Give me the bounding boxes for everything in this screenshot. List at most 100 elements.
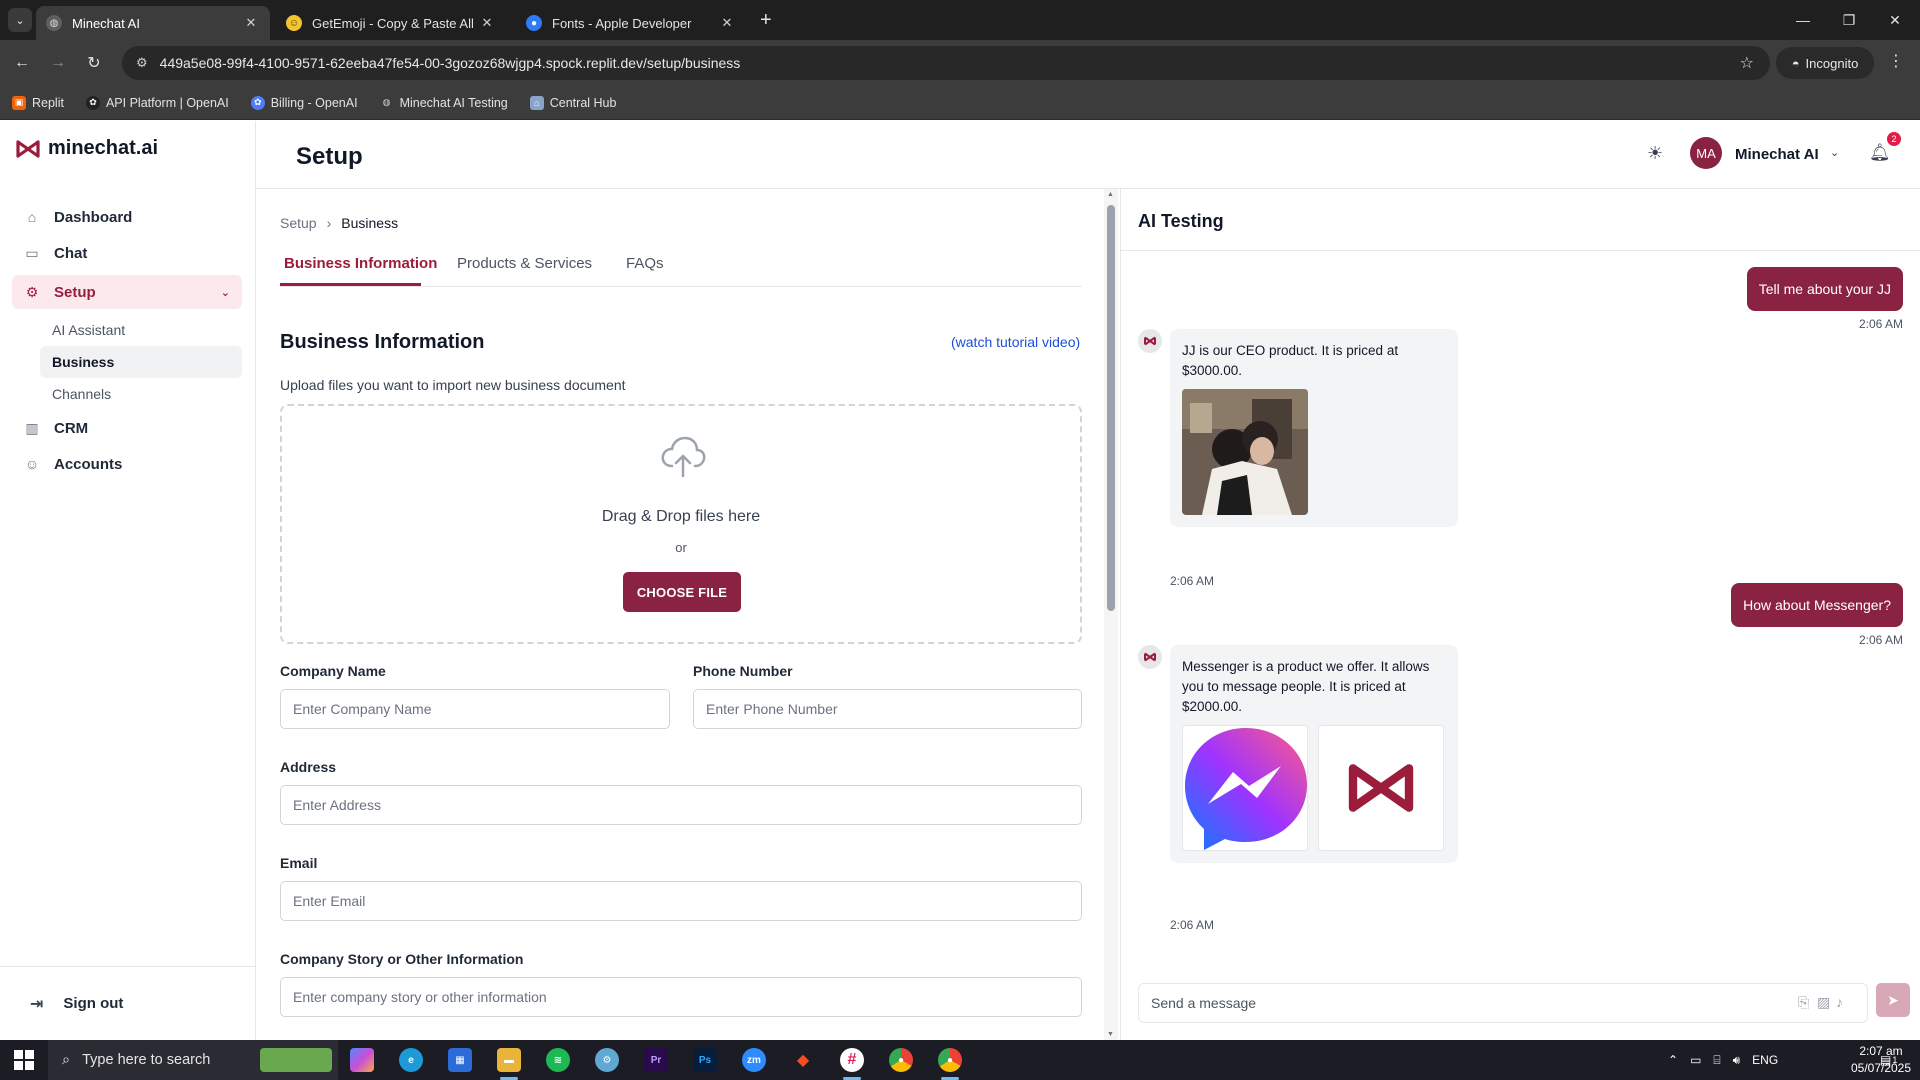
search-highlight-image[interactable]: [260, 1048, 332, 1072]
tab-search-button[interactable]: ⌄: [8, 8, 32, 32]
steam-icon[interactable]: ⚙: [595, 1048, 619, 1072]
chrome-icon[interactable]: ●: [889, 1048, 913, 1072]
battery-icon[interactable]: ▭: [1690, 1053, 1701, 1067]
sidebar-item-setup[interactable]: ⚙ Setup ⌄: [12, 275, 242, 309]
scroll-up-icon[interactable]: ▲: [1107, 191, 1114, 198]
windows-taskbar: ⌕ Type here to search e ▦ ▬ ≋ ⚙ Pr Ps zm…: [0, 1040, 1920, 1080]
tab-minechat-ai[interactable]: ◍ Minechat AI ✕: [36, 6, 270, 40]
message-input[interactable]: [1138, 983, 1868, 1023]
minechat-logo-icon: [1144, 336, 1156, 346]
product-photo[interactable]: [1182, 389, 1308, 515]
sidebar-item-accounts[interactable]: ☺ Accounts: [12, 447, 242, 481]
paperclip-icon[interactable]: ⎘: [1798, 994, 1809, 1011]
action-center-icon: ▤: [1880, 1053, 1892, 1067]
back-icon[interactable]: ←: [10, 51, 34, 75]
minechat-logo-image[interactable]: [1318, 725, 1444, 851]
chevron-right-icon: ›: [326, 215, 332, 231]
chat-title: AI Testing: [1138, 211, 1224, 231]
minimize-icon[interactable]: —: [1780, 0, 1826, 40]
spotify-icon[interactable]: ≋: [546, 1048, 570, 1072]
sidebar-item-dashboard[interactable]: ⌂ Dashboard: [12, 200, 242, 234]
tab-products-services[interactable]: Products & Services: [457, 255, 592, 272]
network-icon[interactable]: ⌸: [1713, 1053, 1720, 1068]
bookmark-star-icon[interactable]: ☆: [1740, 53, 1754, 73]
restore-icon[interactable]: ❐: [1826, 0, 1872, 40]
company-name-field[interactable]: [280, 689, 670, 729]
breadcrumb-business: Business: [341, 215, 399, 231]
tab-faqs[interactable]: FAQs: [626, 255, 664, 272]
content-scrollbar[interactable]: ▲ ▼: [1104, 189, 1118, 1040]
notification-center-icon[interactable]: ▤ 1: [1880, 1040, 1897, 1080]
tab-getemoji[interactable]: ☺ GetEmoji - Copy & Paste All Em ✕: [276, 6, 506, 40]
chevron-up-icon[interactable]: ⌃: [1668, 1053, 1678, 1067]
incognito-indicator[interactable]: ◓ Incognito: [1776, 47, 1874, 79]
sign-out-button[interactable]: ⇥ Sign out: [0, 966, 255, 1040]
tutorial-video-link[interactable]: (watch tutorial video): [951, 334, 1080, 350]
user-name[interactable]: Minechat AI: [1735, 146, 1819, 163]
chrome-incognito-icon[interactable]: ●: [938, 1048, 962, 1072]
tab-apple-fonts[interactable]: ● Fonts - Apple Developer ✕: [516, 6, 746, 40]
messenger-logo-image[interactable]: [1182, 725, 1308, 851]
figma-icon[interactable]: ◆: [791, 1048, 815, 1072]
volume-icon[interactable]: 🔊︎: [1733, 1053, 1741, 1068]
chevron-down-icon[interactable]: ⌄: [1830, 146, 1839, 159]
chevron-down-icon: ⌄: [220, 286, 230, 299]
app-root: minechat.ai ⌂ Dashboard ▭ Chat ⚙ Setup ⌄…: [0, 121, 1920, 1040]
breadcrumb-setup[interactable]: Setup: [280, 215, 317, 231]
home-icon: ⌂: [27, 209, 37, 225]
phone-number-field[interactable]: [693, 689, 1082, 729]
scrollbar-thumb[interactable]: [1107, 205, 1115, 611]
forward-icon[interactable]: →: [46, 51, 70, 75]
bookmark-central-hub[interactable]: ⌂ Central Hub: [529, 95, 616, 110]
copilot-icon[interactable]: [350, 1048, 374, 1072]
sidebar-subitem-business[interactable]: Business: [40, 346, 242, 378]
bookmark-replit[interactable]: ▣ Replit: [12, 95, 64, 110]
sidebar-subitem-ai-assistant[interactable]: AI Assistant: [40, 314, 242, 346]
email-field[interactable]: [280, 881, 1082, 921]
brand-logo[interactable]: minechat.ai: [16, 137, 158, 160]
url-field[interactable]: ⚙ 449a5e08-99f4-4100-9571-62eeba47fe54-0…: [122, 46, 1770, 80]
reload-icon[interactable]: ↻: [82, 51, 106, 75]
microphone-icon[interactable]: ♪: [1836, 994, 1843, 1010]
bar-chart-icon: ▥: [25, 419, 39, 436]
cloud-upload-icon: [661, 436, 706, 478]
messenger-icon: [1185, 728, 1307, 850]
new-tab-icon[interactable]: +: [760, 8, 772, 32]
bookmark-minechat-testing[interactable]: ◍ Minechat AI Testing: [380, 96, 508, 110]
bell-icon[interactable]: 🔔︎: [1869, 143, 1891, 163]
sidebar-item-chat[interactable]: ▭ Chat: [12, 236, 242, 270]
avatar[interactable]: MA: [1690, 137, 1722, 169]
choose-file-button[interactable]: CHOOSE FILE: [623, 572, 741, 612]
close-tab-icon[interactable]: ✕: [718, 15, 736, 31]
language-indicator[interactable]: ENG: [1752, 1053, 1778, 1067]
zoom-icon[interactable]: zm: [742, 1048, 766, 1072]
close-tab-icon[interactable]: ✕: [478, 15, 496, 31]
windows-start-icon[interactable]: [14, 1050, 34, 1070]
bookmark-label: Replit: [32, 95, 64, 110]
premiere-icon[interactable]: Pr: [644, 1048, 668, 1072]
send-button[interactable]: ➤: [1876, 983, 1910, 1017]
photoshop-icon[interactable]: Ps: [693, 1048, 717, 1072]
address-field[interactable]: [280, 785, 1082, 825]
slack-icon[interactable]: #: [840, 1048, 864, 1072]
file-dropzone[interactable]: Drag & Drop files here or CHOOSE FILE: [280, 404, 1082, 644]
site-info-icon[interactable]: ⚙: [136, 55, 148, 71]
file-explorer-icon[interactable]: ▬: [497, 1048, 521, 1072]
theme-toggle-icon[interactable]: ☀: [1647, 143, 1663, 164]
browser-menu-icon[interactable]: ⋮: [1888, 51, 1904, 71]
bookmark-openai-billing[interactable]: ✿ Billing - OpenAI: [250, 95, 358, 110]
edge-icon[interactable]: e: [399, 1048, 423, 1072]
bookmark-label: API Platform | OpenAI: [105, 95, 229, 110]
image-icon[interactable]: ▨: [1817, 994, 1830, 1011]
company-story-field[interactable]: [280, 977, 1082, 1017]
store-icon[interactable]: ▦: [448, 1048, 472, 1072]
tab-business-information[interactable]: Business Information: [284, 255, 437, 272]
close-window-icon[interactable]: ✕: [1872, 0, 1918, 40]
scroll-down-icon[interactable]: ▼: [1107, 1031, 1114, 1038]
sidebar-item-label: Chat: [54, 244, 88, 262]
bookmark-openai-platform[interactable]: ✿ API Platform | OpenAI: [85, 95, 229, 110]
close-tab-icon[interactable]: ✕: [242, 15, 260, 31]
sidebar-item-crm[interactable]: ▥ CRM: [12, 411, 242, 445]
sidebar-subitem-channels[interactable]: Channels: [40, 378, 242, 410]
message-time: 2:06 AM: [1170, 918, 1215, 932]
